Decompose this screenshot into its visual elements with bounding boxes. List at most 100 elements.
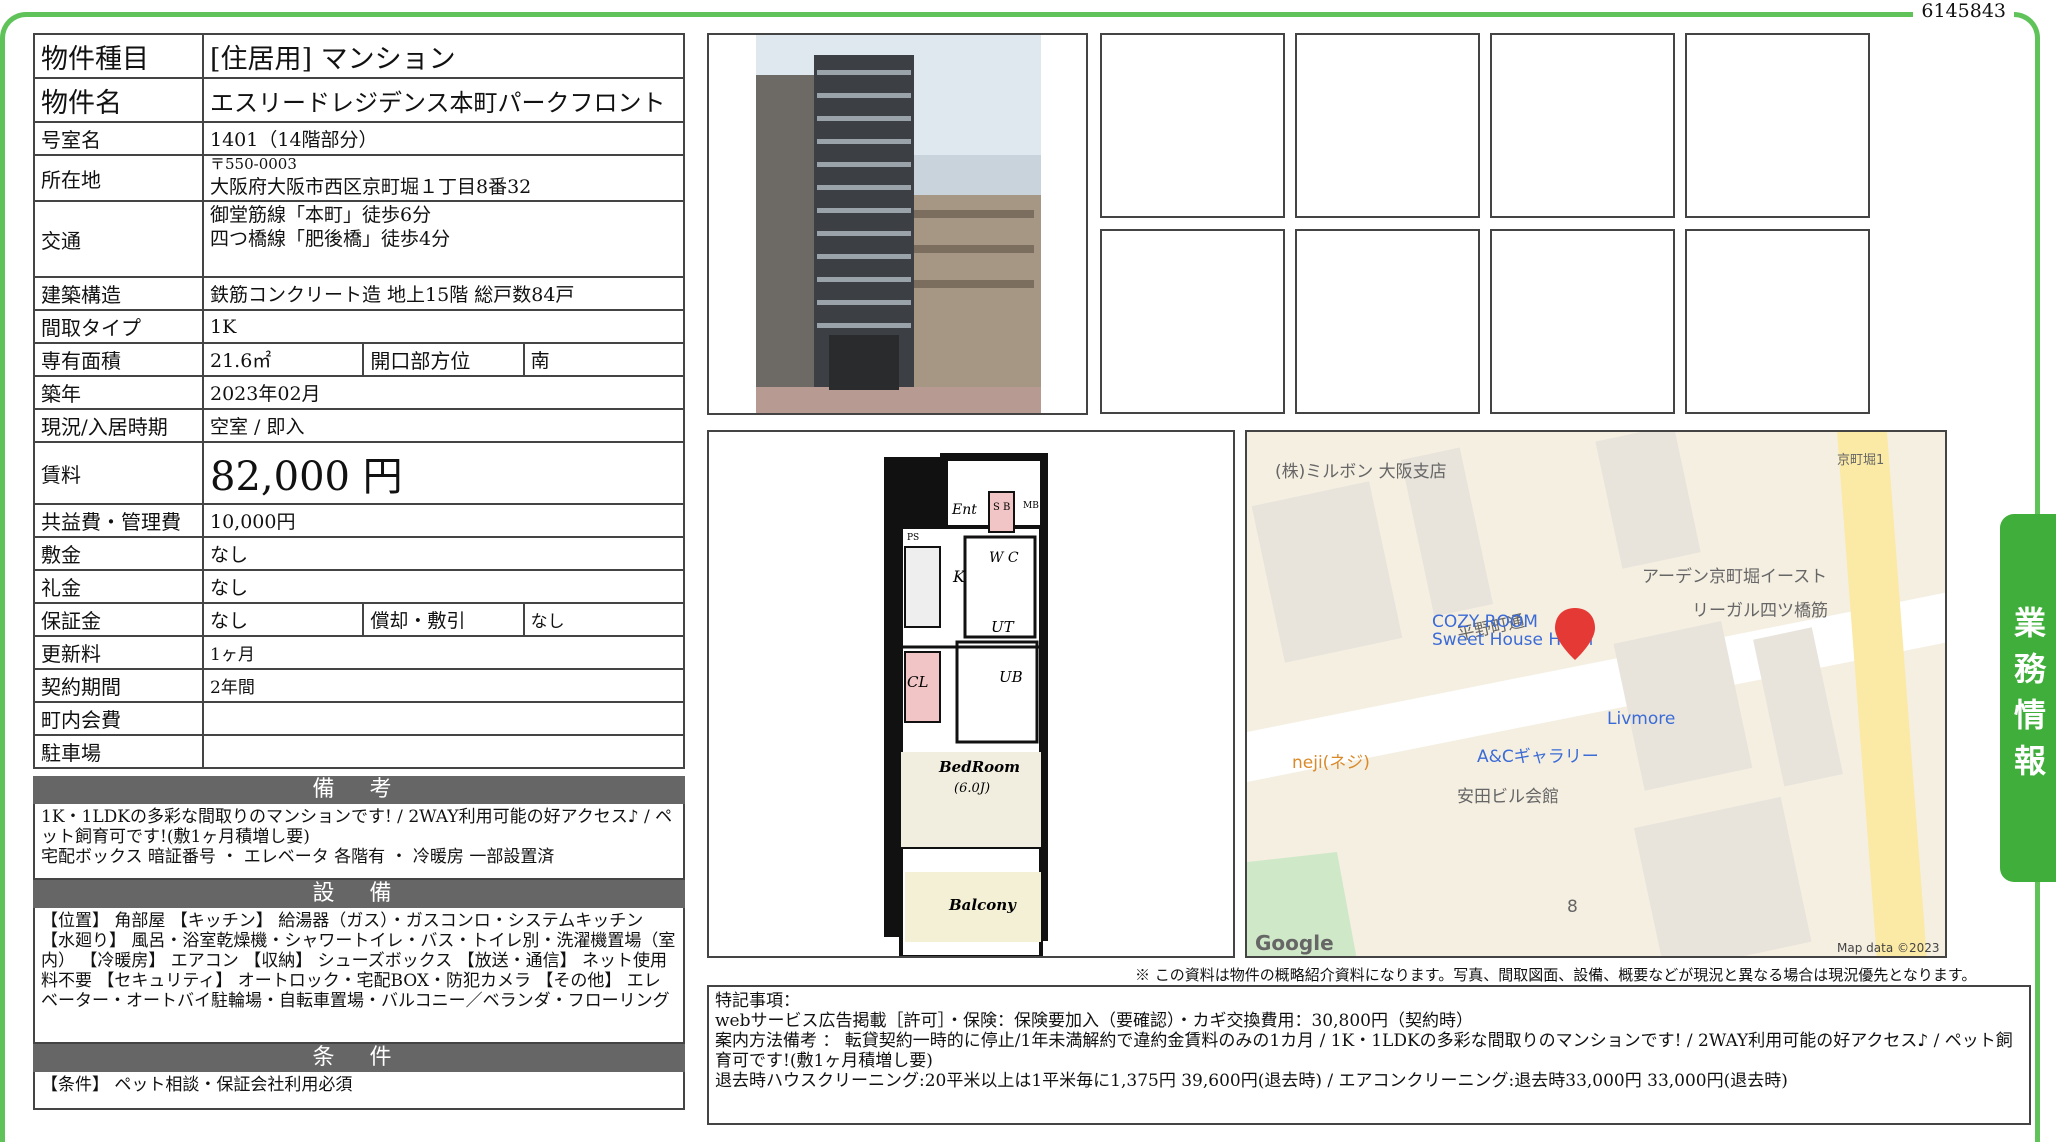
room-label: 号室名 xyxy=(33,121,204,156)
plan-ut: UT xyxy=(991,618,1015,636)
notes-line-3: 退去時ハウスクリーニング:20平米以上は1平米毎に1,375円 39,600円(… xyxy=(715,1071,1788,1091)
amortization-value: なし xyxy=(522,602,686,637)
photo-thumb-1[interactable] xyxy=(1100,33,1285,218)
map-label-livmore: Livmore xyxy=(1607,709,1675,729)
structure-label: 建築構造 xyxy=(33,276,204,311)
name-label: 物件名 xyxy=(33,77,204,123)
access-label: 交通 xyxy=(33,200,204,278)
equipment-heading: 設 備 xyxy=(33,880,685,908)
contract-label: 契約期間 xyxy=(33,668,204,703)
map-label-yasuda: 安田ビル会館 xyxy=(1457,787,1559,807)
remarks-heading: 備 考 xyxy=(33,776,685,804)
deposit-label: 敷金 xyxy=(33,536,204,571)
remarks-line-1: 1K・1LDKの多彩な間取りのマンションです! / 2WAY利用可能の好アクセス… xyxy=(41,807,673,847)
address-cell: 〒550-0003 大阪府大阪市西区京町堀１丁目8番32 xyxy=(202,154,685,202)
plan-ub: UB xyxy=(999,668,1023,686)
conditions-heading: 条 件 xyxy=(33,1044,685,1072)
disclaimer: ※ この資料は物件の概略紹介資料になります。写真、間取図面、設備、概要などが現況… xyxy=(1135,966,1977,984)
town-fee-label: 町内会費 xyxy=(33,701,204,736)
layout-value: 1K xyxy=(202,309,685,344)
key-money-value: なし xyxy=(202,569,685,604)
built-label: 築年 xyxy=(33,375,204,410)
access-cell: 御堂筋線「本町」徒歩6分 四つ橋線「肥後橋」徒歩4分 xyxy=(202,200,685,278)
area-label: 専有面積 xyxy=(33,342,204,377)
plan-ps: PS xyxy=(907,533,919,543)
direction-value: 南 xyxy=(522,342,686,377)
photo-thumb-5[interactable] xyxy=(1100,229,1285,414)
notes-line-1: webサービス広告掲載［許可］・保険：保険要加入（要確認）・カギ交換費用：30,… xyxy=(715,1011,1473,1031)
plan-wc: W C xyxy=(989,550,1019,566)
rent-label: 賃料 xyxy=(33,441,204,505)
renewal-value: 1ヶ月 xyxy=(202,635,685,670)
photo-thumb-7[interactable] xyxy=(1490,229,1675,414)
special-notes: 特記事項： webサービス広告掲載［許可］・保険：保険要加入（要確認）・カギ交換… xyxy=(707,985,2031,1125)
plan-k: K xyxy=(952,567,966,586)
map-drawing: (株)ミルボン 大阪支店 8 A&Cギャラリー Livmore アーデン京町堀イ… xyxy=(1247,432,1945,956)
business-info-tab-label: 業務情報 xyxy=(2009,606,2047,790)
type-label: 物件種目 xyxy=(33,33,204,79)
status-label: 現況/入居時期 xyxy=(33,408,204,443)
map-label-arden: アーデン京町堀イースト xyxy=(1642,566,1827,587)
equipment-body: 【位置】 角部屋 【キッチン】 給湯器（ガス）・ガスコンロ・システムキッチン 【… xyxy=(33,908,685,1044)
remarks-body: 1K・1LDKの多彩な間取りのマンションです! / 2WAY利用可能の好アクセス… xyxy=(33,804,685,880)
photo-thumb-8[interactable] xyxy=(1685,229,1870,414)
building-photo-illustration xyxy=(709,35,1086,413)
map-label-kyomachibori: 京町堀1 xyxy=(1837,453,1884,468)
business-info-tab[interactable]: 業務情報 xyxy=(2000,514,2056,882)
remarks-line-2: 宅配ボックス 暗証番号 ・ エレベータ 各階有 ・ 冷暖房 一部設置済 xyxy=(41,847,555,867)
renewal-label: 更新料 xyxy=(33,635,204,670)
map-label-neji: neji(ネジ) xyxy=(1292,753,1370,773)
plan-sb: S B xyxy=(993,502,1010,513)
area-value: 21.6㎡ xyxy=(201,342,365,377)
map-attribution: Map data ©2023 xyxy=(1837,941,1940,955)
deposit-value: なし xyxy=(202,536,685,571)
parking-value xyxy=(202,734,685,769)
photo-thumb-2[interactable] xyxy=(1295,33,1480,218)
rent-value: 82,000 円 xyxy=(202,441,685,505)
built-value: 2023年02月 xyxy=(202,375,685,410)
floor-plan-drawing: Ent S B MB PS K W C UT UB CL BedRoom (6.… xyxy=(884,453,1048,956)
town-fee-value xyxy=(202,701,685,736)
direction-label: 開口部方位 xyxy=(362,342,525,377)
plan-bedroom-size: (6.0J) xyxy=(954,781,990,796)
parking-label: 駐車場 xyxy=(33,734,204,769)
map-label-8: 8 xyxy=(1567,897,1578,917)
floor-plan: Ent S B MB PS K W C UT UB CL BedRoom (6.… xyxy=(707,430,1235,958)
notes-title: 特記事項： xyxy=(715,991,800,1011)
document-id: 6145843 xyxy=(1913,0,2014,22)
plan-bedroom: BedRoom xyxy=(938,758,1020,776)
plan-balcony: Balcony xyxy=(948,896,1017,914)
postal-code: 〒550-0003 xyxy=(210,155,297,173)
key-money-label: 礼金 xyxy=(33,569,204,604)
name-value: エスリードレジデンス本町パークフロント xyxy=(202,77,685,123)
access-line-1: 御堂筋線「本町」徒歩6分 xyxy=(210,204,432,226)
map-label-cozy: COZY ROOM xyxy=(1432,612,1538,632)
map-label-1: (株)ミルボン 大阪支店 xyxy=(1275,462,1447,482)
layout-label: 間取タイプ xyxy=(33,309,204,344)
map-google: Google xyxy=(1255,931,1334,955)
room-value: 1401（14階部分） xyxy=(202,121,685,156)
photo-thumb-6[interactable] xyxy=(1295,229,1480,414)
conditions-body: 【条件】 ペット相談・保証会社利用必須 xyxy=(33,1072,685,1110)
contract-value: 2年間 xyxy=(202,668,685,703)
status-value: 空室 / 即入 xyxy=(202,408,685,443)
access-line-2: 四つ橋線「肥後橋」徒歩4分 xyxy=(210,228,451,250)
plan-mb: MB xyxy=(1023,501,1039,511)
photo-thumb-3[interactable] xyxy=(1490,33,1675,218)
notes-line-2: 案内方法備考 ： 転貸契約一時的に停止/1年未満解約で違約金賃料のみの1カ月 /… xyxy=(715,1031,2013,1071)
fee-value: 10,000円 xyxy=(202,503,685,538)
building-photo xyxy=(707,33,1088,415)
address-value: 大阪府大阪市西区京町堀１丁目8番32 xyxy=(210,176,532,198)
structure-value: 鉄筋コンクリート造 地上15階 総戸数84戸 xyxy=(202,276,685,311)
type-value: [住居用] マンション xyxy=(202,33,685,79)
guarantee-value: なし xyxy=(201,602,365,637)
guarantee-label: 保証金 xyxy=(33,602,204,637)
amortization-label: 償却・敷引 xyxy=(362,602,525,637)
property-info-table: 物件種目 [住居用] マンション 物件名 エスリードレジデンス本町パークフロント 号… xyxy=(33,33,686,769)
fee-label: 共益費・管理費 xyxy=(33,503,204,538)
map-label-ac: A&Cギャラリー xyxy=(1477,747,1599,767)
plan-ent: Ent xyxy=(951,502,977,518)
plan-cl: CL xyxy=(907,673,928,691)
location-map[interactable]: (株)ミルボン 大阪支店 8 A&Cギャラリー Livmore アーデン京町堀イ… xyxy=(1245,430,1947,958)
photo-thumb-4[interactable] xyxy=(1685,33,1870,218)
